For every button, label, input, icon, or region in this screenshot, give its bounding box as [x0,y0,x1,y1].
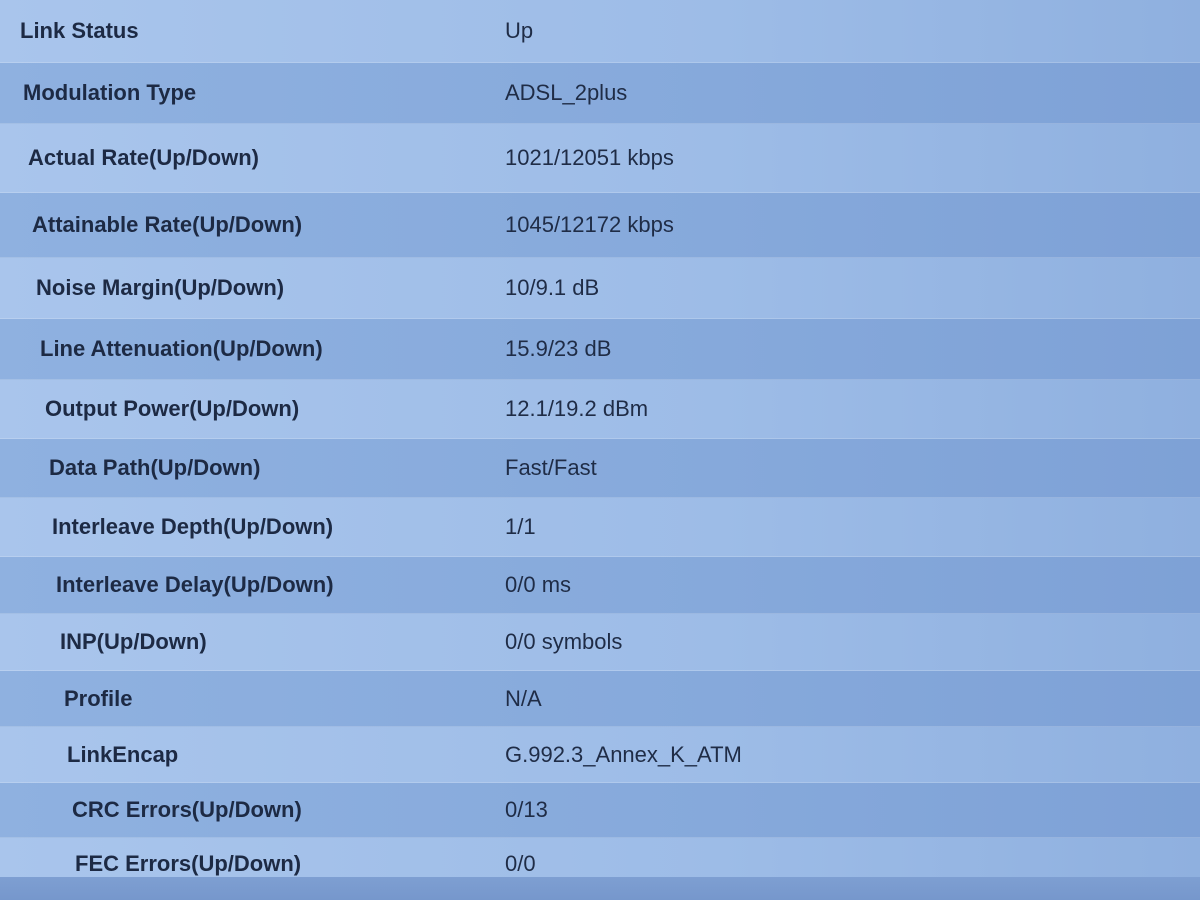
row-label: Profile [64,685,133,711]
dsl-status-table: Link Status Up Modulation Type ADSL_2plu… [0,0,1200,890]
row-value: 15.9/23 dB [505,336,612,361]
row-value: G.992.3_Annex_K_ATM [505,741,742,767]
table-row-link-status: Link Status Up [0,0,1200,63]
table-row-data-path: Data Path(Up/Down) Fast/Fast [0,439,1200,498]
page-footer-area [0,877,1200,900]
row-label: Interleave Depth(Up/Down) [52,514,334,539]
row-label: FEC Errors(Up/Down) [75,850,302,876]
table-row-profile: Profile N/A [0,671,1200,727]
row-value: Fast/Fast [505,455,597,480]
row-label: Output Power(Up/Down) [45,396,300,421]
row-label: Interleave Delay(Up/Down) [56,572,334,597]
table-row-modulation-type: Modulation Type ADSL_2plus [0,63,1200,124]
table-row-attainable-rate: Attainable Rate(Up/Down) 1045/12172 kbps [0,193,1200,258]
row-label: CRC Errors(Up/Down) [72,797,302,822]
row-label: Data Path(Up/Down) [49,455,261,480]
row-value: N/A [505,685,542,711]
row-value: 1/1 [505,514,536,539]
row-value: 1021/12051 kbps [505,145,674,170]
table-row-crc-errors: CRC Errors(Up/Down) 0/13 [0,783,1200,838]
row-label: Link Status [20,18,139,43]
table-row-noise-margin: Noise Margin(Up/Down) 10/9.1 dB [0,258,1200,319]
table-row-actual-rate: Actual Rate(Up/Down) 1021/12051 kbps [0,124,1200,193]
row-label: Modulation Type [23,80,197,105]
row-value: 1045/12172 kbps [505,212,674,237]
row-label: LinkEncap [67,741,179,767]
table-row-linkencap: LinkEncap G.992.3_Annex_K_ATM [0,727,1200,783]
row-label: Actual Rate(Up/Down) [28,145,259,170]
row-value: 0/0 [505,850,536,876]
table-row-output-power: Output Power(Up/Down) 12.1/19.2 dBm [0,380,1200,439]
row-value: 0/13 [505,797,548,822]
table-row-interleave-depth: Interleave Depth(Up/Down) 1/1 [0,498,1200,557]
row-value: Up [505,18,534,43]
row-label: Attainable Rate(Up/Down) [32,212,303,237]
row-value: 0/0 symbols [505,629,623,654]
row-label: INP(Up/Down) [60,629,207,654]
row-label: Noise Margin(Up/Down) [36,275,285,300]
row-label: Line Attenuation(Up/Down) [40,336,323,361]
screen: Link Status Up Modulation Type ADSL_2plu… [0,0,1200,900]
table-row-interleave-delay: Interleave Delay(Up/Down) 0/0 ms [0,557,1200,614]
row-value: ADSL_2plus [505,80,628,105]
row-value: 10/9.1 dB [505,275,600,300]
row-value: 12.1/19.2 dBm [505,396,649,421]
table-row-inp: INP(Up/Down) 0/0 symbols [0,614,1200,671]
table-row-line-attenuation: Line Attenuation(Up/Down) 15.9/23 dB [0,319,1200,380]
row-value: 0/0 ms [505,572,572,597]
